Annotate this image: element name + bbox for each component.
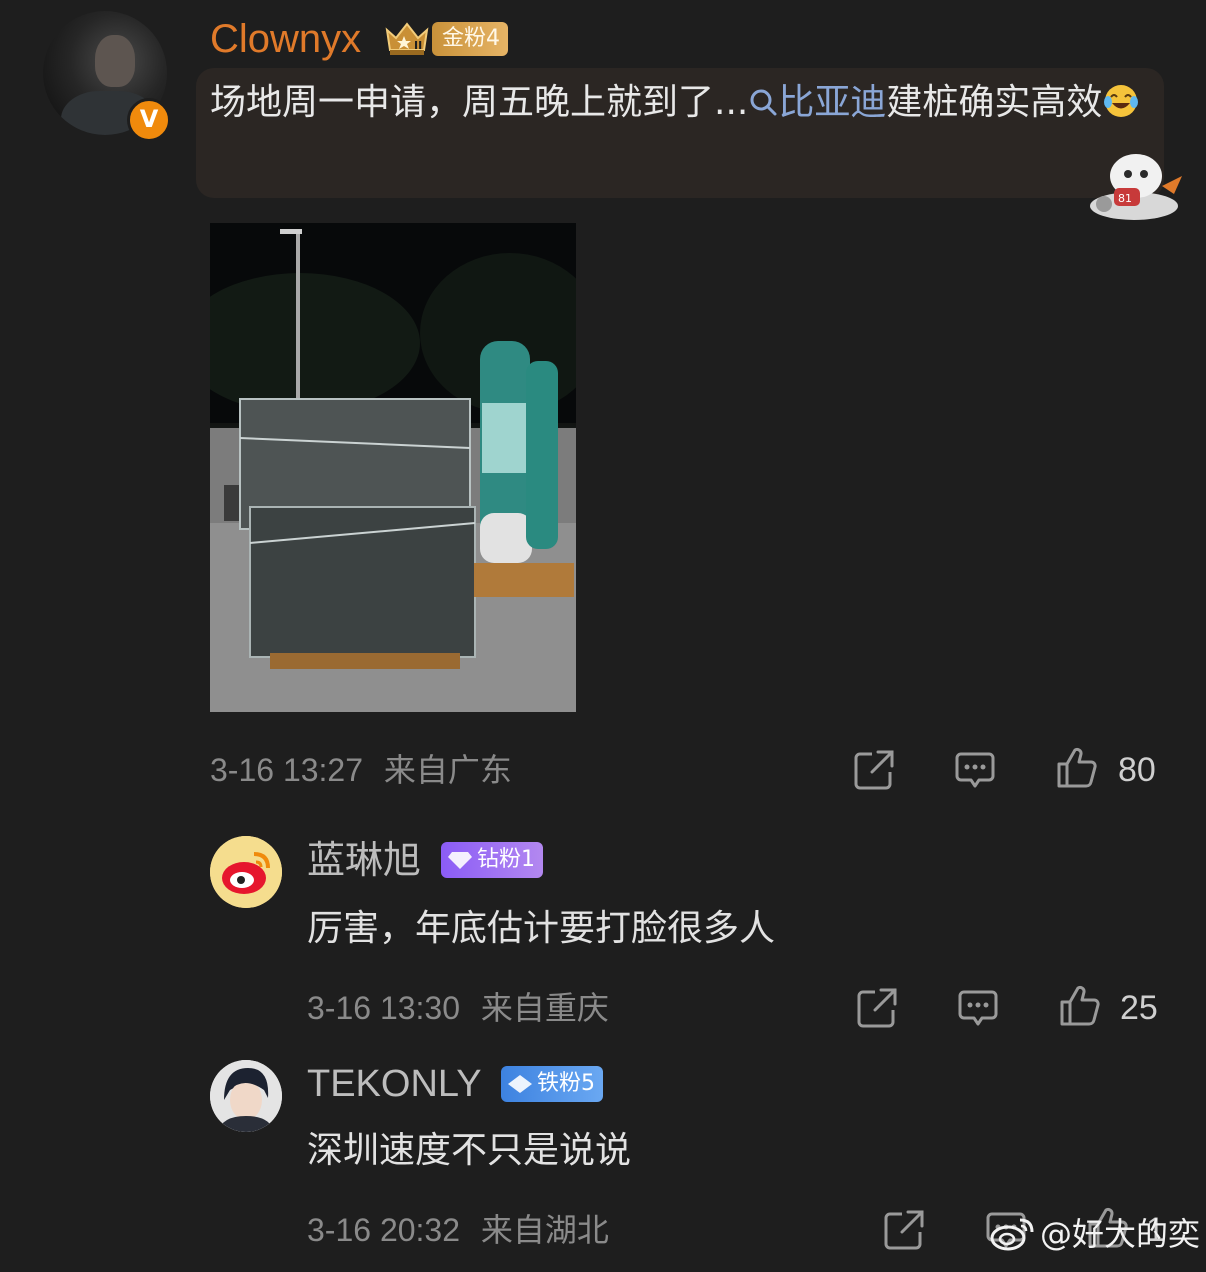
watermark: @好大的奕 [990, 1214, 1200, 1254]
like-count: 80 [1118, 751, 1156, 789]
like-icon[interactable] [1055, 746, 1099, 790]
share-icon[interactable] [852, 748, 896, 792]
comment-text-after-link: 建桩确实高效 [886, 82, 1103, 123]
share-icon[interactable] [855, 986, 899, 1030]
topic-link[interactable]: 比亚迪 [748, 82, 886, 123]
reply-username[interactable]: TEKONLY [307, 1060, 482, 1108]
comment-photo[interactable] [210, 223, 576, 712]
fan-badge[interactable]: 钻粉1 [441, 842, 543, 878]
reply-username[interactable]: 蓝琳旭 [307, 836, 421, 884]
avatar-illustration [210, 1060, 282, 1132]
comment-icon[interactable] [956, 986, 1000, 1030]
location: 来自湖北 [480, 1212, 609, 1248]
diamond-icon [448, 852, 472, 869]
laugh-cry-emoji [1104, 85, 1139, 117]
search-icon [750, 89, 777, 116]
verified-icon: V [127, 98, 171, 142]
like-icon[interactable] [1058, 984, 1102, 1028]
reply-text: 厉害，年底估计要打脸很多人 [307, 908, 776, 949]
fan-badge-label: 铁粉5 [537, 1071, 595, 1096]
comment-text: 场地周一申请，周五晚上就到了... 比亚迪建桩确实高效 [210, 74, 1160, 132]
weibo-logo [210, 836, 282, 908]
svg-text:II: II [414, 39, 422, 52]
avatar-face [95, 35, 135, 87]
weibo-logo [990, 1218, 1034, 1251]
fan-badge[interactable]: 铁粉5 [501, 1066, 603, 1102]
crown-icon: II [385, 22, 429, 55]
comment-text-before-link: 场地周一申请，周五晚上就到了... [210, 82, 749, 123]
timestamp: 3-16 20:32 [307, 1212, 461, 1248]
svg-text:81: 81 [1118, 192, 1132, 205]
like-count: 25 [1120, 989, 1158, 1027]
verified-mark: V [139, 105, 159, 133]
photo-scene [210, 223, 576, 712]
topic-link-text[interactable]: 比亚迪 [778, 82, 886, 123]
reply-text: 深圳速度不只是说说 [307, 1130, 632, 1171]
diamond-icon [508, 1075, 532, 1093]
username[interactable]: Clownyx [210, 14, 361, 64]
location: 来自重庆 [480, 990, 609, 1026]
avatar[interactable] [210, 1060, 282, 1132]
timestamp: 3-16 13:27 [210, 752, 364, 788]
watermark-text: @好大的奕 [1040, 1215, 1201, 1253]
share-icon[interactable] [882, 1208, 926, 1252]
comment-icon[interactable] [953, 748, 997, 792]
avatar[interactable] [210, 836, 282, 908]
timestamp: 3-16 13:30 [307, 990, 461, 1026]
location: 来自广东 [383, 752, 512, 788]
fan-badge[interactable]: 金粉4 [432, 22, 508, 56]
fan-badge-label: 钻粉1 [477, 847, 535, 872]
mascot-sticker: 81 [1090, 154, 1182, 220]
